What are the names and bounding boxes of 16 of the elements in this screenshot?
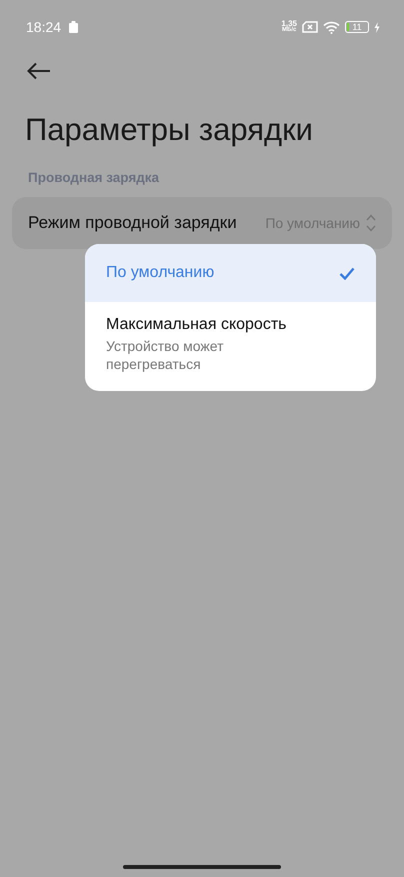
section-header: Проводная зарядка bbox=[28, 170, 160, 185]
menu-option[interactable]: Максимальная скорость Устройство может перегреваться bbox=[85, 302, 376, 373]
battery-percent: 11 bbox=[352, 22, 362, 32]
setting-label: Режим проводной зарядки bbox=[28, 213, 238, 233]
checkmark-icon bbox=[339, 266, 355, 280]
back-arrow-icon[interactable] bbox=[27, 62, 51, 80]
charging-bolt-icon bbox=[374, 22, 380, 32]
wifi-icon bbox=[323, 20, 340, 34]
sim-off-icon bbox=[302, 21, 318, 33]
page-title: Параметры зарядки bbox=[25, 111, 314, 149]
option-description: Устройство может перегреваться bbox=[106, 337, 224, 373]
clipboard-icon bbox=[69, 21, 78, 33]
menu-option[interactable]: По умолчанию bbox=[85, 244, 376, 302]
status-time: 18:24 bbox=[26, 19, 62, 35]
network-speed: 1,35 bbox=[281, 20, 297, 27]
dropdown-chevrons-icon bbox=[366, 214, 376, 232]
